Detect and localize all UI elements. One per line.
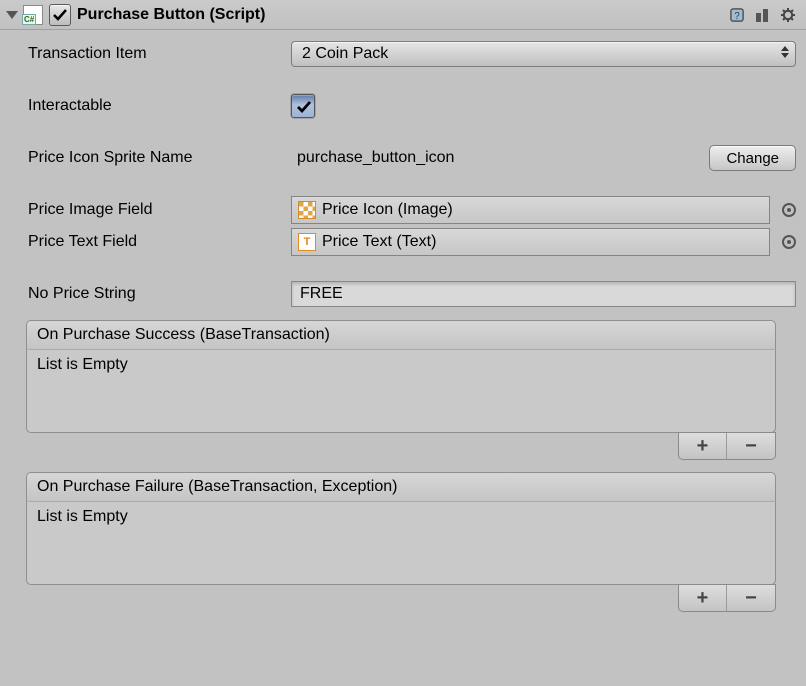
foldout-icon[interactable] [6,11,18,19]
transaction-item-value: 2 Coin Pack [302,45,388,63]
on-purchase-success-event: On Purchase Success (BaseTransaction) Li… [26,320,776,460]
transaction-item-dropdown[interactable]: 2 Coin Pack [291,41,796,67]
image-type-icon [298,201,316,219]
interactable-checkbox[interactable] [291,94,315,118]
gear-icon[interactable] [778,5,800,25]
event-remove-button[interactable]: − [727,433,775,459]
event-controls: + − [678,584,776,612]
component-header: Purchase Button (Script) ? [0,0,806,30]
interactable-label: Interactable [6,97,291,115]
event-list: List is Empty [26,501,776,585]
transaction-item-label: Transaction Item [6,45,291,63]
object-picker-icon[interactable] [782,235,796,249]
sprite-name-label: Price Icon Sprite Name [6,149,291,167]
on-purchase-failure-event: On Purchase Failure (BaseTransaction, Ex… [26,472,776,612]
dropdown-caret-icon [781,46,789,58]
object-picker-icon[interactable] [782,203,796,217]
event-list: List is Empty [26,349,776,433]
help-icon[interactable]: ? [726,5,748,25]
change-button[interactable]: Change [709,145,796,171]
event-title: On Purchase Failure (BaseTransaction, Ex… [26,472,776,501]
event-add-button[interactable]: + [679,433,727,459]
event-add-button[interactable]: + [679,585,727,611]
event-controls: + − [678,432,776,460]
inspector-component: Purchase Button (Script) ? Transaction I… [0,0,806,686]
component-enable-checkbox[interactable] [49,4,71,26]
event-remove-button[interactable]: − [727,585,775,611]
price-image-value: Price Icon (Image) [322,201,453,219]
no-price-value: FREE [300,285,343,303]
event-empty-text: List is Empty [37,356,128,373]
component-body: Transaction Item 2 Coin Pack Interactabl… [0,30,806,622]
preset-icon[interactable] [752,5,774,25]
event-empty-text: List is Empty [37,508,128,525]
price-text-value: Price Text (Text) [322,233,436,251]
price-text-label: Price Text Field [6,233,291,251]
no-price-input[interactable]: FREE [291,281,796,307]
sprite-name-value: purchase_button_icon [291,149,703,167]
price-image-field[interactable]: Price Icon (Image) [291,196,770,224]
no-price-label: No Price String [6,285,291,303]
text-type-icon: T [298,233,316,251]
price-text-field[interactable]: T Price Text (Text) [291,228,770,256]
svg-text:?: ? [734,11,740,22]
event-title: On Purchase Success (BaseTransaction) [26,320,776,349]
component-title: Purchase Button (Script) [77,6,722,24]
price-image-label: Price Image Field [6,201,291,219]
csharp-script-icon [23,5,43,25]
